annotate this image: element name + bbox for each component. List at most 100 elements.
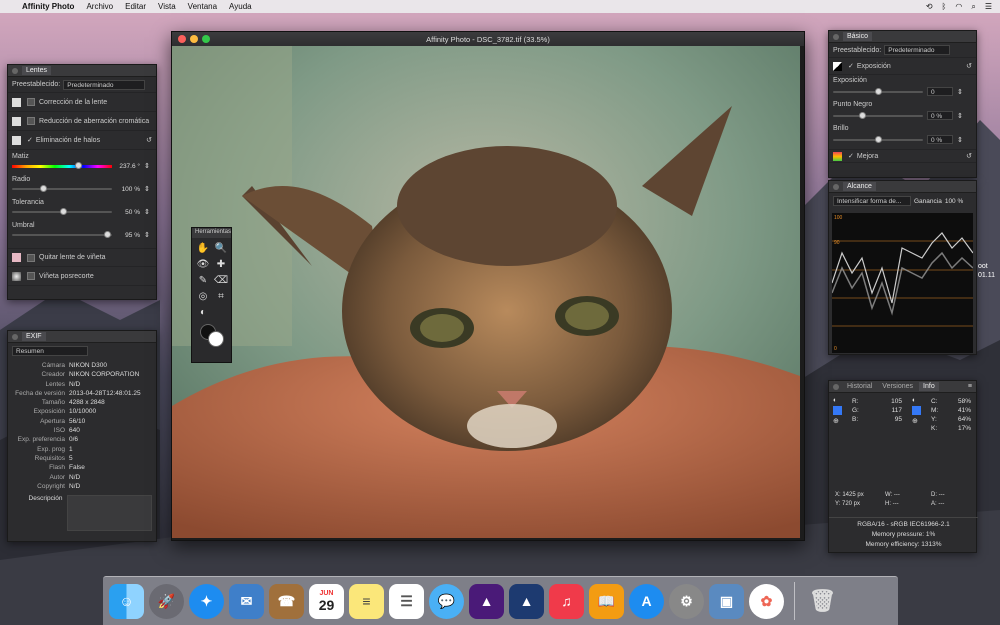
close-window-button[interactable] bbox=[178, 35, 186, 43]
exif-description-field[interactable] bbox=[67, 495, 153, 531]
stepper-icon[interactable]: ⇕ bbox=[957, 112, 963, 120]
umbral-slider[interactable] bbox=[12, 234, 112, 236]
matiz-value[interactable]: 237.6 ° bbox=[116, 163, 140, 170]
stepper-icon[interactable]: ⇕ bbox=[144, 208, 150, 216]
close-icon[interactable] bbox=[833, 34, 839, 40]
punto-negro-knob[interactable] bbox=[859, 112, 866, 119]
scope-mode-dropdown[interactable]: Intensificar forma de... bbox=[833, 196, 911, 206]
exif-dropdown[interactable]: Resumen bbox=[12, 346, 88, 356]
stepper-icon[interactable]: ⇕ bbox=[144, 162, 150, 170]
umbral-knob[interactable] bbox=[104, 231, 111, 238]
tab-historial[interactable]: Historial bbox=[843, 382, 876, 391]
tolerancia-slider[interactable] bbox=[12, 211, 112, 213]
zoom-window-button[interactable] bbox=[202, 35, 210, 43]
trash-icon[interactable]: 🗑 bbox=[805, 584, 840, 619]
menu-vista[interactable]: Vista bbox=[158, 2, 176, 11]
exposicion-value[interactable]: 0 bbox=[927, 87, 953, 96]
patch-tool-icon[interactable]: ✚ bbox=[214, 257, 228, 271]
contacts-icon[interactable]: ☎ bbox=[269, 584, 304, 619]
white-balance-tool-icon[interactable]: ◐ bbox=[196, 305, 210, 319]
tab-info[interactable]: Info bbox=[919, 382, 939, 391]
list-icon[interactable]: ☰ bbox=[985, 2, 992, 11]
red-eye-tool-icon[interactable]: 👁 bbox=[196, 257, 210, 271]
mail-icon[interactable]: ✉ bbox=[229, 584, 264, 619]
close-icon[interactable] bbox=[12, 68, 18, 74]
tolerancia-value[interactable]: 50 % bbox=[116, 209, 140, 216]
tab-exif[interactable]: EXIF bbox=[22, 332, 46, 341]
zoom-tool-icon[interactable]: 🔍 bbox=[214, 241, 228, 255]
tab-basico[interactable]: Básico bbox=[843, 32, 872, 41]
notes-icon[interactable]: ≡ bbox=[349, 584, 384, 619]
target-icon-2[interactable]: ⊕ bbox=[912, 417, 921, 425]
pointer-icon[interactable] bbox=[833, 406, 842, 415]
crop-tool-icon[interactable]: ⌗ bbox=[214, 289, 228, 303]
affinity-designer-icon[interactable]: ▲ bbox=[509, 584, 544, 619]
color-mode-icon-2[interactable]: ◐ bbox=[912, 397, 921, 404]
umbral-value[interactable]: 95 % bbox=[116, 232, 140, 239]
app-store-icon[interactable]: A bbox=[629, 584, 664, 619]
safari-icon[interactable]: ✦ bbox=[189, 584, 224, 619]
eraser-tool-icon[interactable]: ⌫ bbox=[214, 273, 228, 287]
bluetooth-icon[interactable]: ᛒ bbox=[942, 2, 947, 11]
menu-archivo[interactable]: Archivo bbox=[86, 2, 113, 11]
radio-knob[interactable] bbox=[40, 185, 47, 192]
secondary-color-swatch[interactable] bbox=[208, 331, 224, 347]
stepper-icon[interactable]: ⇕ bbox=[957, 88, 963, 96]
launchpad-icon[interactable]: 🚀 bbox=[149, 584, 184, 619]
system-preferences-icon[interactable]: ⚙ bbox=[669, 584, 704, 619]
color-picker-tool-icon[interactable]: ◎ bbox=[196, 289, 210, 303]
chromatic-aberration-checkbox[interactable] bbox=[27, 117, 35, 125]
time-machine-icon[interactable]: ⟲ bbox=[926, 2, 933, 11]
stepper-icon[interactable]: ⇕ bbox=[144, 231, 150, 239]
desktop-file-label[interactable]: oot01.11 bbox=[978, 262, 995, 280]
music-icon[interactable]: ♫ bbox=[549, 584, 584, 619]
books-icon[interactable]: 📖 bbox=[589, 584, 624, 619]
punto-negro-slider[interactable] bbox=[833, 115, 923, 117]
preview-icon[interactable]: ▣ bbox=[709, 584, 744, 619]
gain-value[interactable]: 100 % bbox=[945, 198, 963, 205]
brillo-slider[interactable] bbox=[833, 139, 923, 141]
basico-preset-dropdown[interactable]: Predeterminado bbox=[884, 45, 950, 55]
target-icon[interactable]: ⊕ bbox=[833, 417, 842, 425]
post-crop-vignette-checkbox[interactable] bbox=[27, 272, 35, 280]
preset-dropdown[interactable]: Predeterminado bbox=[63, 80, 145, 90]
wifi-icon[interactable]: ◠ bbox=[955, 2, 962, 11]
messages-icon[interactable]: 💬 bbox=[429, 584, 464, 619]
enhance-check-icon[interactable]: ✓ bbox=[848, 152, 854, 160]
exposicion-slider[interactable] bbox=[833, 91, 923, 93]
matiz-slider[interactable] bbox=[12, 165, 112, 168]
brillo-knob[interactable] bbox=[875, 136, 882, 143]
reset-icon[interactable]: ↺ bbox=[966, 62, 972, 70]
reset-icon[interactable]: ↺ bbox=[966, 152, 972, 160]
color-mode-icon[interactable]: ◐ bbox=[833, 397, 837, 404]
lens-correction-checkbox[interactable] bbox=[27, 98, 35, 106]
close-icon[interactable] bbox=[833, 184, 839, 190]
defringe-check-icon[interactable]: ✓ bbox=[27, 136, 33, 144]
stepper-icon[interactable]: ⇕ bbox=[144, 185, 150, 193]
tab-lentes[interactable]: Lentes bbox=[22, 66, 51, 75]
punto-negro-value[interactable]: 0 % bbox=[927, 111, 953, 120]
menu-editar[interactable]: Editar bbox=[125, 2, 146, 11]
tolerancia-knob[interactable] bbox=[60, 208, 67, 215]
brillo-value[interactable]: 0 % bbox=[927, 135, 953, 144]
panel-menu-icon[interactable]: ≡ bbox=[968, 383, 972, 390]
affinity-photo-icon[interactable]: ▲ bbox=[469, 584, 504, 619]
reset-icon[interactable]: ↺ bbox=[146, 136, 152, 144]
exposure-check-icon[interactable]: ✓ bbox=[848, 62, 854, 70]
exposicion-knob[interactable] bbox=[875, 88, 882, 95]
menu-app-name[interactable]: Affinity Photo bbox=[22, 2, 74, 11]
brush-tool-icon[interactable]: ✎ bbox=[196, 273, 210, 287]
radio-value[interactable]: 100 % bbox=[116, 186, 140, 193]
tab-alcance[interactable]: Alcance bbox=[843, 182, 876, 191]
reminders-icon[interactable]: ☰ bbox=[389, 584, 424, 619]
minimize-window-button[interactable] bbox=[190, 35, 198, 43]
pointer-icon-2[interactable] bbox=[912, 406, 921, 415]
calendar-icon[interactable]: JUN29 bbox=[309, 584, 344, 619]
close-icon[interactable] bbox=[833, 384, 839, 390]
tab-versiones[interactable]: Versiones bbox=[878, 382, 917, 391]
menu-ventana[interactable]: Ventana bbox=[188, 2, 217, 11]
photos-icon[interactable]: ✿ bbox=[749, 584, 784, 619]
radio-slider[interactable] bbox=[12, 188, 112, 190]
hand-tool-icon[interactable]: ✋ bbox=[196, 241, 210, 255]
vignette-remove-checkbox[interactable] bbox=[27, 254, 35, 262]
